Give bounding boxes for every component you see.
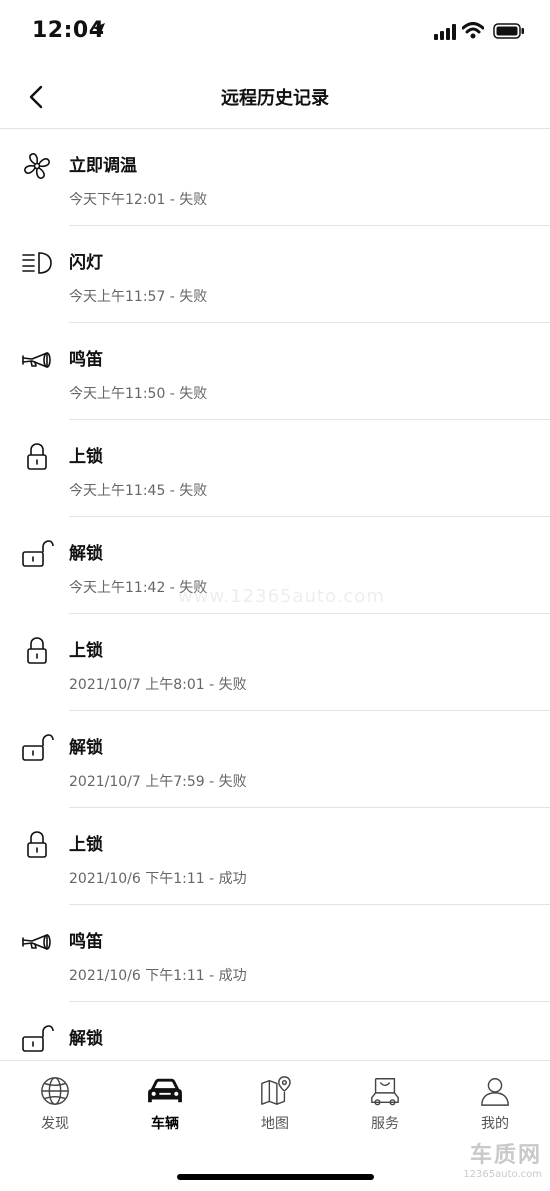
cellular-signal-icon [434, 24, 456, 40]
history-action-name: 闪灯 [69, 253, 103, 273]
history-time-status: 今天上午11:57 - 失败 [69, 289, 208, 305]
wifi-icon [462, 22, 484, 39]
history-action-name: 鸣笛 [69, 932, 103, 952]
tab-service-bag[interactable]: 服务 [330, 1075, 440, 1133]
page-title: 远程历史记录 [221, 88, 329, 109]
location-arrow-icon [93, 23, 105, 35]
horn-icon [20, 343, 54, 377]
tab-globe[interactable]: 发现 [0, 1075, 110, 1133]
tab-label: 车辆 [151, 1116, 179, 1132]
history-row[interactable]: 解锁 [0, 1002, 550, 1059]
tab-label: 发现 [41, 1116, 69, 1132]
tab-label: 服务 [371, 1116, 399, 1132]
corner-logo-url: 12365auto.com [463, 1169, 542, 1180]
history-action-name: 立即调温 [69, 156, 137, 176]
history-action-name: 解锁 [69, 1029, 103, 1049]
history-action-name: 上锁 [69, 835, 103, 855]
service-bag-icon [330, 1075, 440, 1107]
history-time-status: 今天上午11:50 - 失败 [69, 386, 208, 402]
tab-map[interactable]: 地图 [220, 1075, 330, 1133]
history-action-name: 上锁 [69, 447, 103, 467]
car-icon [110, 1075, 220, 1107]
history-row[interactable]: 上锁今天上午11:45 - 失败 [0, 420, 550, 517]
person-icon [440, 1075, 550, 1107]
unlock-icon [20, 1022, 54, 1056]
history-time-status: 今天上午11:42 - 失败 [69, 580, 208, 596]
history-time-status: 2021/10/6 下午1:11 - 成功 [69, 968, 247, 984]
map-icon [220, 1075, 330, 1107]
history-row[interactable]: 闪灯今天上午11:57 - 失败 [0, 226, 550, 323]
history-time-status: 2021/10/7 上午7:59 - 失败 [69, 774, 247, 790]
history-row[interactable]: 解锁今天上午11:42 - 失败 [0, 517, 550, 614]
history-time-status: 今天下午12:01 - 失败 [69, 192, 208, 208]
fan-icon [20, 149, 54, 183]
lock-icon [20, 828, 54, 862]
history-time-status: 今天上午11:45 - 失败 [69, 483, 208, 499]
tab-label: 地图 [261, 1116, 289, 1132]
lock-icon [20, 440, 54, 474]
corner-logo-text: 车质网 [469, 1143, 542, 1168]
history-action-name: 解锁 [69, 738, 103, 758]
history-row[interactable]: 鸣笛 2021/10/6 下午1:11 - 成功 [0, 905, 550, 1002]
corner-logo: 车质网 12365auto.com [463, 1137, 542, 1180]
status-bar: 12:04 [0, 0, 550, 66]
navigation-bar: 远程历史记录 [0, 66, 550, 129]
headlight-icon [20, 246, 54, 280]
history-time-status: 2021/10/6 下午1:11 - 成功 [69, 871, 247, 887]
home-indicator [177, 1174, 374, 1180]
history-action-name: 鸣笛 [69, 350, 103, 370]
horn-icon [20, 925, 54, 959]
remote-history-list[interactable]: 立即调温 今天下午12:01 - 失败 闪灯 今天上午11:57 - 失败 鸣笛 今天上午… [0, 129, 550, 1059]
tab-car[interactable]: 车辆 [110, 1075, 220, 1133]
lock-icon [20, 634, 54, 668]
tab-label: 我的 [481, 1116, 509, 1132]
battery-icon [493, 23, 524, 39]
unlock-icon [20, 731, 54, 765]
history-row[interactable]: 上锁 2021/10/6 下午1:11 - 成功 [0, 808, 550, 905]
history-action-name: 解锁 [69, 544, 103, 564]
globe-icon [0, 1075, 110, 1107]
history-time-status: 2021/10/7 上午8:01 - 失败 [69, 677, 247, 693]
history-row[interactable]: 解锁 2021/10/7 上午7:59 - 失败 [0, 711, 550, 808]
tab-person[interactable]: 我的 [440, 1075, 550, 1133]
history-action-name: 上锁 [69, 641, 103, 661]
history-row[interactable]: 鸣笛今天上午11:50 - 失败 [0, 323, 550, 420]
history-row[interactable]: 立即调温今天下午12:01 - 失败 [0, 129, 550, 226]
unlock-icon [20, 537, 54, 571]
history-row[interactable]: 上锁 2021/10/7 上午8:01 - 失败 [0, 614, 550, 711]
